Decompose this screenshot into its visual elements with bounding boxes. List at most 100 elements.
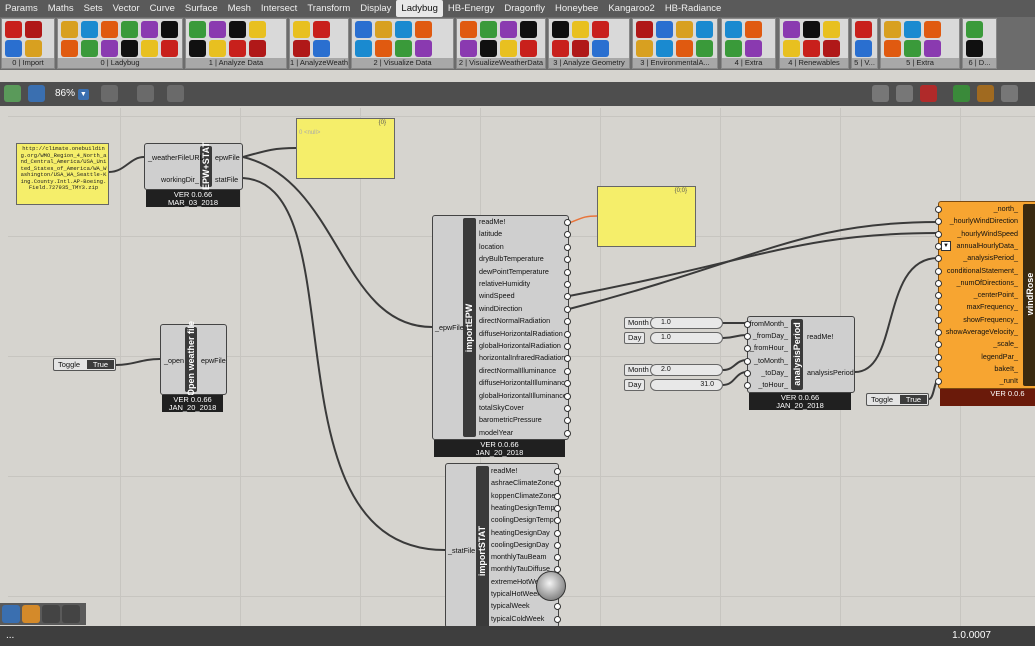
epw-stat-component[interactable]: EPW+STAT _weatherFileURL workingDir_ epw… <box>144 142 243 190</box>
input-weatherfileurl[interactable]: _weatherFileURL <box>148 152 204 164</box>
stat-output-0[interactable]: readMe! <box>491 465 517 477</box>
ap-input-1[interactable]: _fromDay_ <box>753 330 788 342</box>
port-pin[interactable] <box>554 468 561 475</box>
port-pin[interactable] <box>935 292 942 300</box>
port-pin[interactable] <box>744 369 751 377</box>
port-pin[interactable] <box>744 321 751 328</box>
import-stat-component[interactable]: importSTAT _statFile readMe! ashraeClimat… <box>445 463 561 636</box>
port-pin[interactable] <box>564 281 571 288</box>
epw-output-14[interactable]: globalHorizontalIlluminance <box>479 390 567 402</box>
stat-output-6[interactable]: coolingDesignDay <box>491 539 549 551</box>
port-pin[interactable] <box>564 305 571 313</box>
port-pin[interactable] <box>935 279 942 287</box>
output-panel-2[interactable]: {0;0} <box>597 186 696 247</box>
wr-input-8[interactable]: maxFrequency_ <box>966 301 1018 313</box>
wr-input-3[interactable]: annualHourlyData_ <box>956 240 1018 252</box>
output-readme-ap[interactable]: readMe! <box>807 331 833 343</box>
input-statfile[interactable]: _statFile <box>448 545 475 557</box>
port-pin[interactable] <box>564 392 571 400</box>
port-pin[interactable] <box>935 341 942 349</box>
input-epwfile[interactable]: _epwFile <box>435 322 464 334</box>
wr-input-13[interactable]: bakeIt_ <box>994 363 1018 375</box>
epw-output-17[interactable]: modelYear <box>479 427 513 439</box>
epw-output-7[interactable]: windDirection <box>479 303 522 315</box>
port-pin[interactable] <box>744 333 751 341</box>
wr-input-10[interactable]: showAverageVelocity_ <box>946 326 1018 338</box>
port-pin[interactable] <box>935 329 942 336</box>
port-pin[interactable] <box>744 382 751 389</box>
port-pin[interactable] <box>554 492 561 500</box>
wr-input-1[interactable]: _hourlyWindDirection <box>950 215 1018 227</box>
slider-to-day[interactable]: 31.0 <box>650 379 723 391</box>
open-weather-file-component[interactable]: Open weather file _open epwFile <box>160 321 227 396</box>
port-pin[interactable] <box>935 353 942 361</box>
url-panel[interactable]: http://climate.onebuilding.org/WMO_Regio… <box>16 143 109 205</box>
toggle-1-value[interactable]: True <box>87 360 114 369</box>
ap-input-5[interactable]: _toHour_ <box>758 379 788 391</box>
epw-output-16[interactable]: barometricPressure <box>479 414 542 426</box>
save-icon-2[interactable] <box>42 605 60 623</box>
toggle-2-value[interactable]: True <box>900 395 927 404</box>
port-pin[interactable] <box>935 206 942 213</box>
port-pin[interactable] <box>744 357 751 365</box>
input-workingdir[interactable]: workingDir_ <box>161 174 199 186</box>
wr-input-0[interactable]: _north_ <box>994 203 1018 215</box>
epw-output-6[interactable]: windSpeed <box>479 290 515 302</box>
port-pin[interactable] <box>564 219 571 226</box>
epw-output-0[interactable]: readMe! <box>479 216 505 228</box>
slider-to-month[interactable]: 2.0 <box>650 364 723 376</box>
port-pin[interactable] <box>935 218 942 226</box>
port-pin[interactable] <box>564 268 571 276</box>
port-pin[interactable] <box>564 243 571 251</box>
wr-input-9[interactable]: showFrequency_ <box>963 314 1018 326</box>
ap-input-4[interactable]: _toDay_ <box>761 367 788 379</box>
epw-output-13[interactable]: diffuseHorizontalIlluminance <box>479 377 569 389</box>
stat-output-12[interactable]: typicalColdWeek <box>491 613 544 625</box>
stat-output-7[interactable]: monthlyTauBeam <box>491 551 547 563</box>
download-icon[interactable] <box>62 605 80 623</box>
wr-input-6[interactable]: _numOfDirections_ <box>956 277 1018 289</box>
port-pin[interactable] <box>564 367 571 375</box>
epw-output-4[interactable]: dewPointTemperature <box>479 266 549 278</box>
expand-arrow-icon[interactable]: ▼ <box>941 241 951 251</box>
output-epwfile[interactable]: epwFile <box>215 152 240 164</box>
wr-input-14[interactable]: _runIt <box>1000 375 1018 387</box>
wind-rose-component[interactable]: _north_ _hourlyWindDirection _hourlyWindSp… <box>935 201 1035 389</box>
wr-input-5[interactable]: conditionalStatement_ <box>947 265 1018 277</box>
python-icon[interactable] <box>2 605 20 623</box>
port-pin[interactable] <box>935 316 942 324</box>
port-pin[interactable] <box>564 429 571 437</box>
wr-input-7[interactable]: _centerPoint_ <box>974 289 1018 301</box>
port-pin[interactable] <box>554 541 561 549</box>
port-pin[interactable] <box>935 230 942 238</box>
port-pin[interactable] <box>935 304 942 312</box>
epw-output-1[interactable]: latitude <box>479 228 502 240</box>
stat-output-11[interactable]: typicalWeek <box>491 600 530 612</box>
stat-output-4[interactable]: coolingDesignTemps <box>491 514 557 526</box>
port-pin[interactable] <box>935 255 942 263</box>
port-pin[interactable] <box>564 405 571 412</box>
boolean-toggle-2[interactable]: Toggle True <box>866 393 929 406</box>
epw-output-9[interactable]: diffuseHorizontalRadiation <box>479 328 563 340</box>
input-open[interactable]: _open <box>164 355 184 367</box>
port-pin[interactable] <box>564 343 571 350</box>
boolean-toggle-1[interactable]: Toggle True <box>53 358 116 371</box>
wr-input-2[interactable]: _hourlyWindSpeed <box>957 228 1018 240</box>
epw-output-8[interactable]: directNormalRadiation <box>479 315 550 327</box>
port-pin[interactable] <box>554 529 561 537</box>
ap-input-0[interactable]: _fromMonth_ <box>746 318 788 330</box>
stat-output-5[interactable]: heatingDesignDay <box>491 527 550 539</box>
port-pin[interactable] <box>935 267 942 275</box>
stat-output-3[interactable]: heatingDesignTemps <box>491 502 558 514</box>
epw-output-10[interactable]: globalHorizontalRadiation <box>479 340 561 352</box>
epw-output-2[interactable]: location <box>479 241 504 253</box>
port-pin[interactable] <box>935 365 942 373</box>
wr-input-4[interactable]: _analysisPeriod_ <box>963 252 1018 264</box>
epw-output-15[interactable]: totalSkyCover <box>479 402 524 414</box>
ap-input-3[interactable]: _toMonth_ <box>754 355 788 367</box>
ap-input-2[interactable]: _fromHour_ <box>750 342 788 354</box>
output-panel-1[interactable]: {0} 0 <null> <box>296 118 395 179</box>
port-pin[interactable] <box>564 330 571 338</box>
output-analysisperiod[interactable]: analysisPeriod <box>807 367 854 379</box>
slider-from-month[interactable]: 1.0 <box>650 317 723 329</box>
